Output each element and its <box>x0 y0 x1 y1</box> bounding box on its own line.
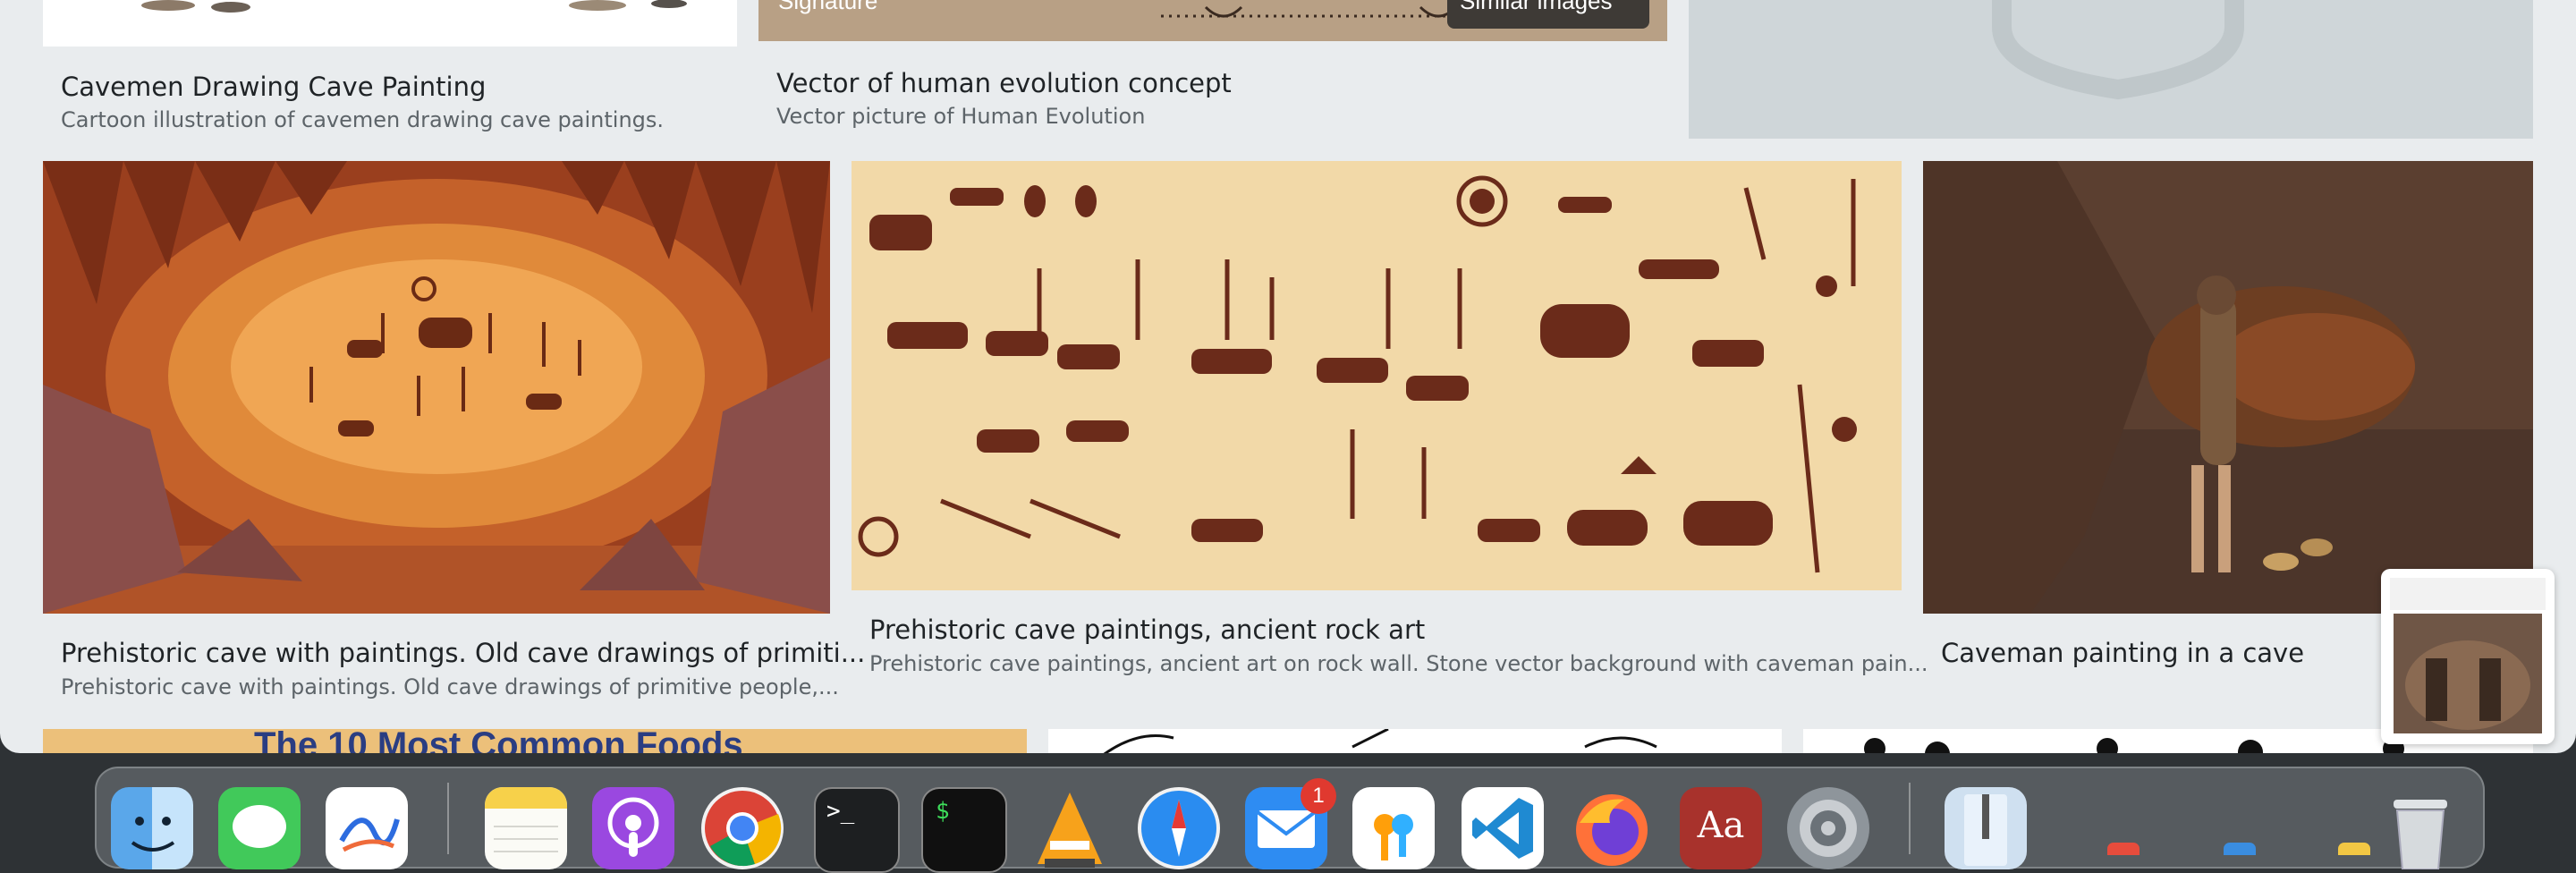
result-description: Cartoon illustration of cavemen drawing … <box>61 107 665 132</box>
result-card-human-evolution[interactable]: Signature Similar images Vector of human… <box>758 0 1667 143</box>
dock-partial-icon-red <box>2107 843 2140 855</box>
partial-thumbnail-text: The 10 Most Common Foods <box>254 729 743 753</box>
podcasts-icon[interactable] <box>592 787 674 869</box>
mail-badge-count: 1 <box>1312 784 1325 808</box>
result-title[interactable]: Vector of human evolution concept <box>776 68 1232 98</box>
result-title[interactable]: Prehistoric cave paintings, ancient rock… <box>869 614 1425 645</box>
result-description: Prehistoric cave with paintings. Old cav… <box>61 674 839 699</box>
result-thumbnail[interactable] <box>852 161 1902 590</box>
result-thumbnail[interactable] <box>43 0 737 47</box>
dock-partial-icon-blue <box>2224 843 2256 855</box>
passwords-icon[interactable] <box>1352 787 1435 869</box>
result-thumbnail[interactable] <box>43 161 830 614</box>
terminal-icon[interactable]: >_ <box>814 787 900 873</box>
notes-icon[interactable] <box>485 787 567 869</box>
settings-icon[interactable] <box>1787 787 1869 869</box>
result-title[interactable]: Cavemen Drawing Cave Painting <box>61 72 486 102</box>
result-thumbnail[interactable]: Signature Similar images <box>758 0 1667 41</box>
result-description: Prehistoric cave paintings, ancient art … <box>869 651 1928 676</box>
archive-icon[interactable] <box>1945 787 2027 869</box>
iterm-icon[interactable]: $ <box>921 787 1007 873</box>
result-title[interactable]: Prehistoric cave with paintings. Old cav… <box>61 638 865 668</box>
result-title[interactable]: Caveman painting in a cave <box>1941 638 2304 668</box>
shield-icon <box>1992 0 2244 100</box>
search-results-window: Cavemen Drawing Cave Painting Cartoon il… <box>0 0 2576 753</box>
terminal-glyph: >_ <box>826 798 855 825</box>
result-card-rock-art[interactable]: Prehistoric cave paintings, ancient rock… <box>852 161 1928 698</box>
trash-icon[interactable] <box>2379 787 2462 869</box>
finder-icon[interactable] <box>111 787 193 869</box>
chrome-icon[interactable] <box>701 787 784 869</box>
dock-separator <box>1909 783 1911 854</box>
result-card-prehistoric-cave[interactable]: Prehistoric cave with paintings. Old cav… <box>43 161 865 716</box>
result-description: Vector picture of Human Evolution <box>776 104 1146 129</box>
result-thumbnail-partial[interactable] <box>1048 729 1782 753</box>
hover-preview-popup[interactable] <box>2381 569 2555 744</box>
mail-badge: 1 <box>1301 778 1336 814</box>
firefox-icon[interactable] <box>1571 787 1653 869</box>
similar-images-label: Similar images <box>1460 0 1613 14</box>
result-thumbnail-partial[interactable]: The 10 Most Common Foods <box>43 729 1027 753</box>
vscode-icon[interactable] <box>1462 787 1544 869</box>
dictionary-glyph: Aa <box>1697 805 1745 846</box>
iterm-glyph: $ <box>936 798 950 825</box>
dock-partial-icon-yellow <box>2338 843 2370 855</box>
vlc-icon[interactable] <box>1029 787 1111 869</box>
dock-separator <box>447 783 449 854</box>
dictionary-icon[interactable]: Aa <box>1680 787 1762 869</box>
placeholder-thumbnail <box>1689 0 2533 139</box>
messages-icon[interactable] <box>218 787 301 869</box>
result-thumbnail[interactable] <box>1923 161 2533 614</box>
safari-icon[interactable] <box>1138 787 1220 869</box>
freeform-icon[interactable] <box>326 787 408 869</box>
result-card-cavemen-drawing[interactable]: Cavemen Drawing Cave Painting Cartoon il… <box>43 0 737 143</box>
